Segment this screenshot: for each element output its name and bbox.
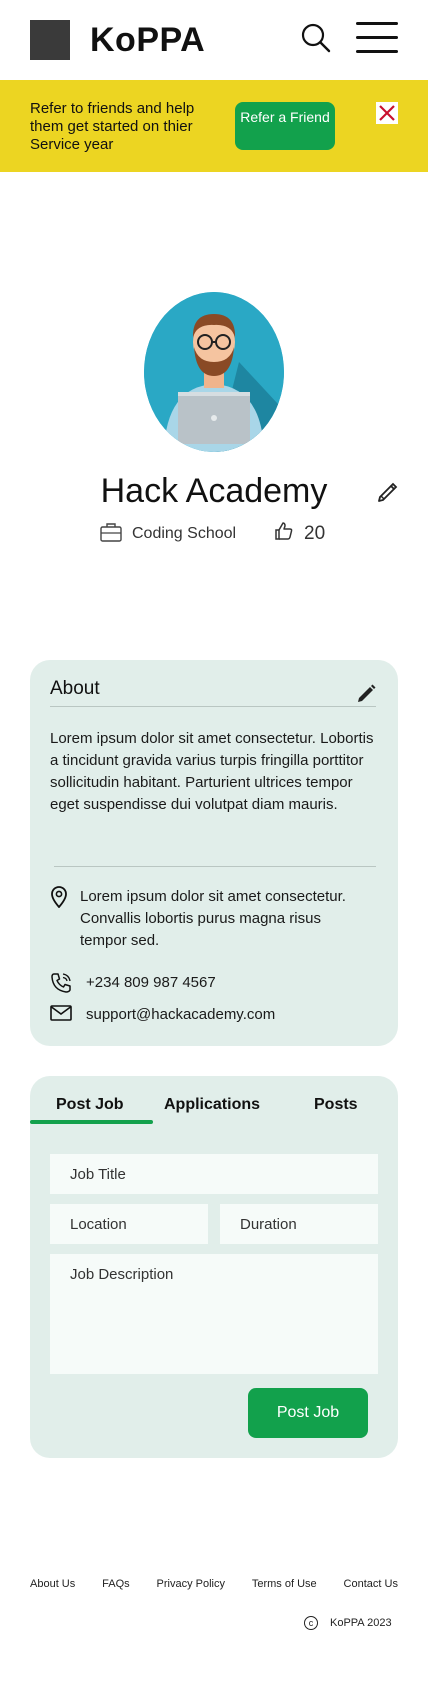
divider [50, 706, 376, 707]
phone-number[interactable]: +234 809 987 4567 [86, 972, 216, 1001]
footer-link-contact[interactable]: Contact Us [344, 1578, 398, 1590]
copyright-icon: c [304, 1616, 318, 1630]
post-job-button[interactable]: Post Job [248, 1388, 368, 1438]
logo[interactable] [30, 20, 70, 60]
hamburger-menu-icon[interactable] [356, 20, 398, 54]
refer-friend-button[interactable]: Refer a Friend [235, 102, 335, 150]
search-icon[interactable] [300, 22, 332, 54]
about-description: Lorem ipsum dolor sit amet consectetur. … [50, 730, 374, 813]
email-row[interactable]: support@hackacademy.com [50, 1004, 275, 1029]
copyright-text: KoPPA 2023 [330, 1617, 392, 1629]
close-icon[interactable] [376, 102, 398, 124]
brand-name[interactable]: KoPPA [90, 20, 205, 60]
pencil-icon[interactable] [356, 682, 378, 704]
about-heading: About [50, 678, 100, 699]
thumbs-up-icon[interactable] [274, 521, 304, 547]
profile-likes[interactable]: 20 [274, 522, 325, 546]
post-job-card: Post Job Applications Posts Job Title Lo… [30, 1076, 398, 1458]
divider [54, 866, 376, 867]
footer-link-about[interactable]: About Us [30, 1578, 75, 1590]
tab-applications[interactable]: Applications [164, 1096, 260, 1114]
location-field[interactable]: Location [50, 1204, 208, 1244]
page: KoPPA Refer to friends and help them get… [0, 0, 428, 1692]
active-tab-indicator [30, 1120, 153, 1124]
job-tabs: Post Job Applications Posts [30, 1076, 398, 1124]
address-text: Lorem ipsum dolor sit amet consectetur. … [80, 888, 346, 949]
top-header: KoPPA [0, 0, 428, 80]
category-label: Coding School [132, 525, 237, 542]
phone-icon [50, 972, 76, 1001]
mail-icon [50, 1004, 76, 1029]
profile-category: Coding School [100, 522, 236, 546]
profile-name: Hack Academy [100, 472, 328, 510]
address-row: Lorem ipsum dolor sit amet consectetur. … [50, 886, 370, 952]
tab-posts[interactable]: Posts [314, 1096, 358, 1114]
likes-count: 20 [304, 523, 326, 544]
job-description-field[interactable]: Job Description [50, 1254, 378, 1374]
referral-banner: Refer to friends and help them get start… [0, 80, 428, 172]
copyright: c KoPPA 2023 [304, 1616, 392, 1630]
pencil-icon[interactable] [376, 480, 400, 504]
about-card: About Lorem ipsum dolor sit amet consect… [30, 660, 398, 1046]
tab-post-job[interactable]: Post Job [56, 1096, 124, 1114]
banner-text: Refer to friends and help them get start… [30, 100, 195, 153]
footer-link-faqs[interactable]: FAQs [102, 1578, 130, 1590]
briefcase-icon [100, 522, 132, 547]
avatar [144, 292, 284, 452]
footer-links: About Us FAQs Privacy Policy Terms of Us… [30, 1578, 398, 1590]
email-address[interactable]: support@hackacademy.com [86, 1004, 275, 1029]
footer-link-terms[interactable]: Terms of Use [252, 1578, 317, 1590]
footer-link-privacy[interactable]: Privacy Policy [157, 1578, 225, 1590]
location-pin-icon [50, 886, 76, 952]
job-title-field[interactable]: Job Title [50, 1154, 378, 1194]
phone-row[interactable]: +234 809 987 4567 [50, 972, 216, 1001]
duration-field[interactable]: Duration [220, 1204, 378, 1244]
